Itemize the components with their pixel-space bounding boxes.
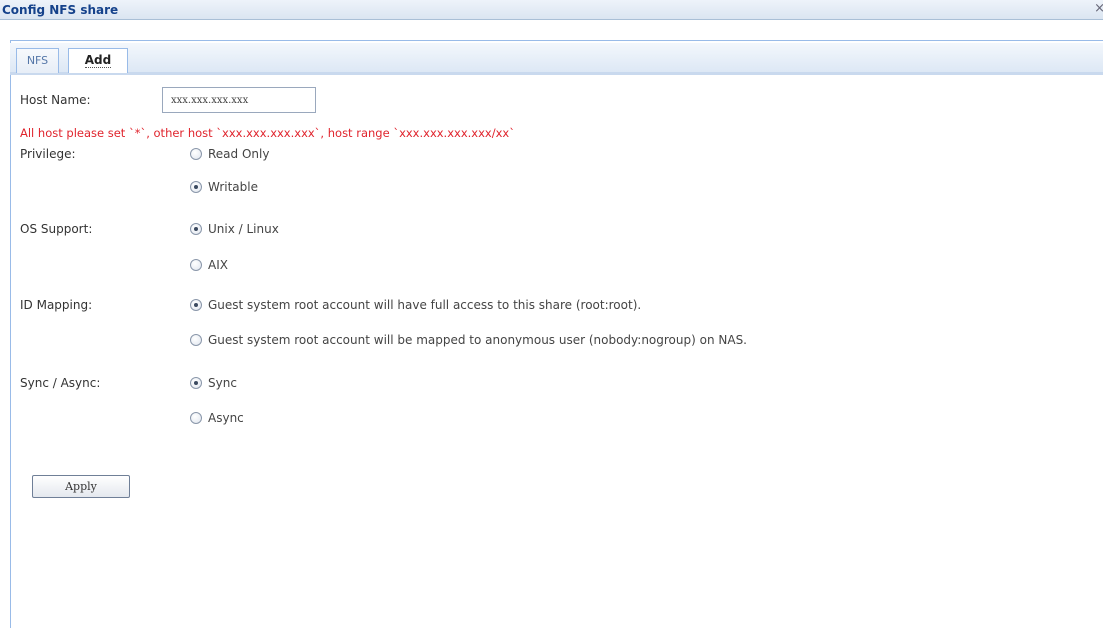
id-mapping-root-label: Guest system root account will have full… bbox=[208, 298, 642, 312]
radio-sync[interactable] bbox=[190, 377, 202, 389]
window-titlebar: Config NFS share × bbox=[0, 0, 1103, 20]
radio-aix[interactable] bbox=[190, 259, 202, 271]
apply-button[interactable]: Apply bbox=[32, 475, 130, 498]
privilege-label: Privilege: bbox=[20, 147, 76, 161]
os-aix-option[interactable]: AIX bbox=[190, 258, 228, 272]
id-mapping-nobody-label: Guest system root account will be mapped… bbox=[208, 333, 747, 347]
async-option[interactable]: Async bbox=[190, 411, 244, 425]
host-format-hint: All host please set `*`, other host `xxx… bbox=[20, 126, 515, 140]
privilege-writable-option[interactable]: Writable bbox=[190, 180, 258, 194]
window-title: Config NFS share bbox=[2, 3, 119, 17]
sync-label: Sync / Async: bbox=[20, 376, 101, 390]
os-unix-linux-label: Unix / Linux bbox=[208, 222, 279, 236]
tab-nfs-label: NFS bbox=[26, 54, 49, 67]
privilege-read-only-option[interactable]: Read Only bbox=[190, 147, 269, 161]
privilege-read-only-label: Read Only bbox=[208, 147, 270, 161]
host-name-input[interactable] bbox=[162, 87, 316, 113]
radio-unix-linux[interactable] bbox=[190, 223, 202, 235]
radio-nobody-nogroup[interactable] bbox=[190, 334, 202, 346]
privilege-writable-label: Writable bbox=[208, 180, 258, 194]
id-mapping-label: ID Mapping: bbox=[20, 298, 93, 312]
radio-root-root[interactable] bbox=[190, 299, 202, 311]
async-option-label: Async bbox=[208, 411, 244, 425]
os-unix-linux-option[interactable]: Unix / Linux bbox=[190, 222, 279, 236]
radio-writable[interactable] bbox=[190, 181, 202, 193]
os-aix-label: AIX bbox=[208, 258, 228, 272]
close-icon[interactable]: × bbox=[1094, 1, 1103, 17]
sync-option-label: Sync bbox=[208, 376, 237, 390]
sync-option[interactable]: Sync bbox=[190, 376, 237, 390]
radio-async[interactable] bbox=[190, 412, 202, 424]
os-support-label: OS Support: bbox=[20, 222, 93, 236]
radio-read-only[interactable] bbox=[190, 148, 202, 160]
tab-nfs[interactable]: NFS bbox=[16, 48, 59, 73]
tab-strip: NFS Add bbox=[10, 43, 1103, 75]
id-mapping-nobody-option[interactable]: Guest system root account will be mapped… bbox=[190, 333, 747, 347]
tab-add[interactable]: Add bbox=[68, 48, 128, 73]
id-mapping-root-option[interactable]: Guest system root account will have full… bbox=[190, 298, 641, 312]
tab-add-label: Add bbox=[84, 53, 112, 68]
host-name-label: Host Name: bbox=[20, 93, 91, 107]
